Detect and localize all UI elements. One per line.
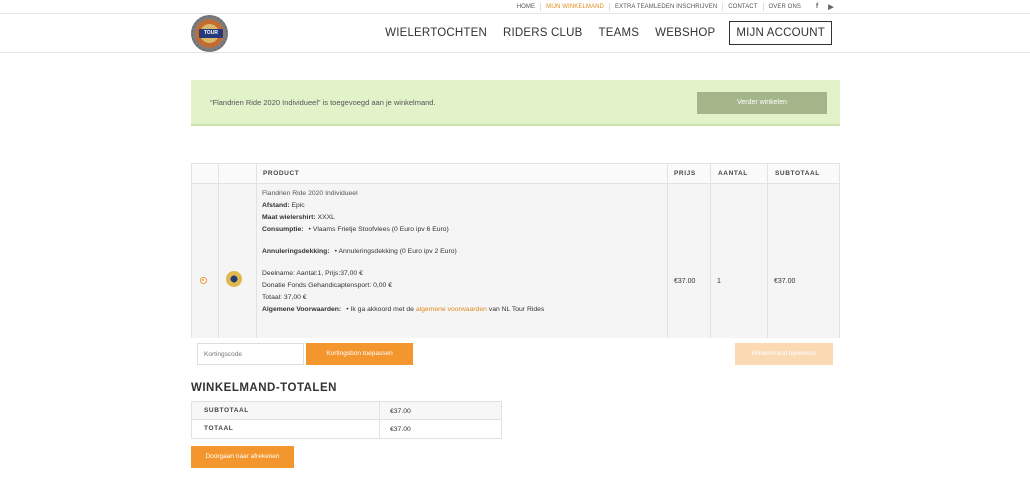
site-header: TOUR WIELERTOCHTEN RIDERS CLUB TEAMS WEB… bbox=[0, 14, 1030, 53]
topnav-extra-teamleden[interactable]: EXTRA TEAMLEDEN INSCHRIJVEN bbox=[610, 4, 722, 10]
topnav-over-ons[interactable]: OVER ONS bbox=[764, 4, 806, 10]
product-thumbnail[interactable] bbox=[226, 271, 242, 287]
totals-row-subtotal: SUBTOTAAL €37.00 bbox=[192, 402, 501, 420]
cart-table: PRODUCT PRIJS AANTAL SUBTOTAAL Flandrien… bbox=[191, 163, 840, 338]
divider bbox=[767, 164, 768, 338]
top-nav: HOME MIJN WINKELMAND EXTRA TEAMLEDEN INS… bbox=[512, 0, 838, 13]
meta-voorwaarden: Algemene Voorwaarden:Ik ga akkoord met d… bbox=[262, 304, 662, 316]
youtube-icon[interactable]: ▶ bbox=[824, 3, 838, 11]
cart-totals-title: WINKELMAND-TOTALEN bbox=[191, 382, 337, 394]
col-product: PRODUCT bbox=[263, 170, 300, 177]
voorwaarden-link[interactable]: algemene voorwaarden bbox=[416, 306, 487, 313]
item-quantity: 1 bbox=[717, 278, 721, 285]
cart-notice: “Flandrien Ride 2020 Individueel” is toe… bbox=[191, 80, 840, 126]
item-price: €37.00 bbox=[674, 278, 696, 285]
total-label: TOTAAL bbox=[204, 425, 234, 432]
col-aantal: AANTAL bbox=[718, 170, 748, 177]
proceed-to-checkout-button[interactable]: Doorgaan naar afrekenen bbox=[191, 446, 294, 468]
top-bar: HOME MIJN WINKELMAND EXTRA TEAMLEDEN INS… bbox=[0, 0, 1030, 14]
meta-deelname: Deelname: Aantal:1, Prijs:37,00 € bbox=[262, 270, 363, 277]
totals-row-total: TOTAAL €37.00 bbox=[192, 420, 501, 438]
topnav-mijn-winkelmand[interactable]: MIJN WINKELMAND bbox=[541, 4, 609, 10]
cart-table-header: PRODUCT PRIJS AANTAL SUBTOTAAL bbox=[192, 164, 839, 184]
meta-shirt: Maat wielershirt: XXXL bbox=[262, 214, 335, 221]
nav-webshop[interactable]: WEBSHOP bbox=[655, 27, 715, 39]
item-subtotal: €37.00 bbox=[774, 278, 796, 285]
remove-item-icon[interactable] bbox=[200, 277, 207, 284]
update-cart-button[interactable]: Winkelmand bijwerken bbox=[735, 343, 833, 365]
nav-teams[interactable]: TEAMS bbox=[599, 27, 640, 39]
col-subtotaal: SUBTOTAAL bbox=[775, 170, 820, 177]
table-row: Flandrien Ride 2020 Individueel Afstand:… bbox=[192, 184, 839, 338]
product-info: Flandrien Ride 2020 Individueel Afstand:… bbox=[262, 188, 662, 316]
subtotal-value: €37.00 bbox=[390, 408, 411, 415]
notice-message: “Flandrien Ride 2020 Individueel” is toe… bbox=[210, 98, 436, 107]
site-logo[interactable]: TOUR bbox=[191, 15, 228, 52]
subtotal-label: SUBTOTAAL bbox=[204, 407, 249, 414]
meta-totaal: Totaal: 37,00 € bbox=[262, 294, 307, 301]
nav-mijn-account[interactable]: MIJN ACCOUNT bbox=[729, 21, 832, 45]
meta-afstand: Afstand: Epic bbox=[262, 202, 305, 209]
social-links: f ▶ bbox=[810, 3, 838, 11]
total-value: €37.00 bbox=[390, 426, 411, 433]
topnav-home[interactable]: HOME bbox=[512, 4, 540, 10]
coupon-code-input[interactable] bbox=[197, 343, 304, 365]
divider bbox=[710, 164, 711, 338]
meta-consumptie: Consumptie:Vlaams Frietje Stoofvlees (0 … bbox=[262, 224, 662, 236]
col-prijs: PRIJS bbox=[674, 170, 696, 177]
nav-riders-club[interactable]: RIDERS CLUB bbox=[503, 27, 583, 39]
product-name[interactable]: Flandrien Ride 2020 Individueel bbox=[262, 188, 662, 200]
apply-coupon-button[interactable]: Kortingsbon toepassen bbox=[306, 343, 413, 365]
divider bbox=[256, 164, 257, 338]
topnav-contact[interactable]: CONTACT bbox=[723, 4, 762, 10]
divider bbox=[379, 402, 380, 439]
meta-donatie: Donatie Fonds Gehandicaptensport: 0,00 € bbox=[262, 282, 392, 289]
nav-wielertochten[interactable]: WIELERTOCHTEN bbox=[385, 27, 487, 39]
logo-text: TOUR bbox=[199, 29, 223, 38]
continue-shopping-button[interactable]: Verder winkelen bbox=[697, 92, 827, 114]
cart-totals-table: SUBTOTAAL €37.00 TOTAAL €37.00 bbox=[191, 401, 502, 439]
main-nav: WIELERTOCHTEN RIDERS CLUB TEAMS WEBSHOP … bbox=[369, 21, 832, 45]
divider bbox=[667, 164, 668, 338]
facebook-icon[interactable]: f bbox=[810, 3, 824, 10]
divider bbox=[218, 164, 219, 338]
meta-annulering: Annuleringsdekking:Annuleringsdekking (0… bbox=[262, 246, 662, 258]
